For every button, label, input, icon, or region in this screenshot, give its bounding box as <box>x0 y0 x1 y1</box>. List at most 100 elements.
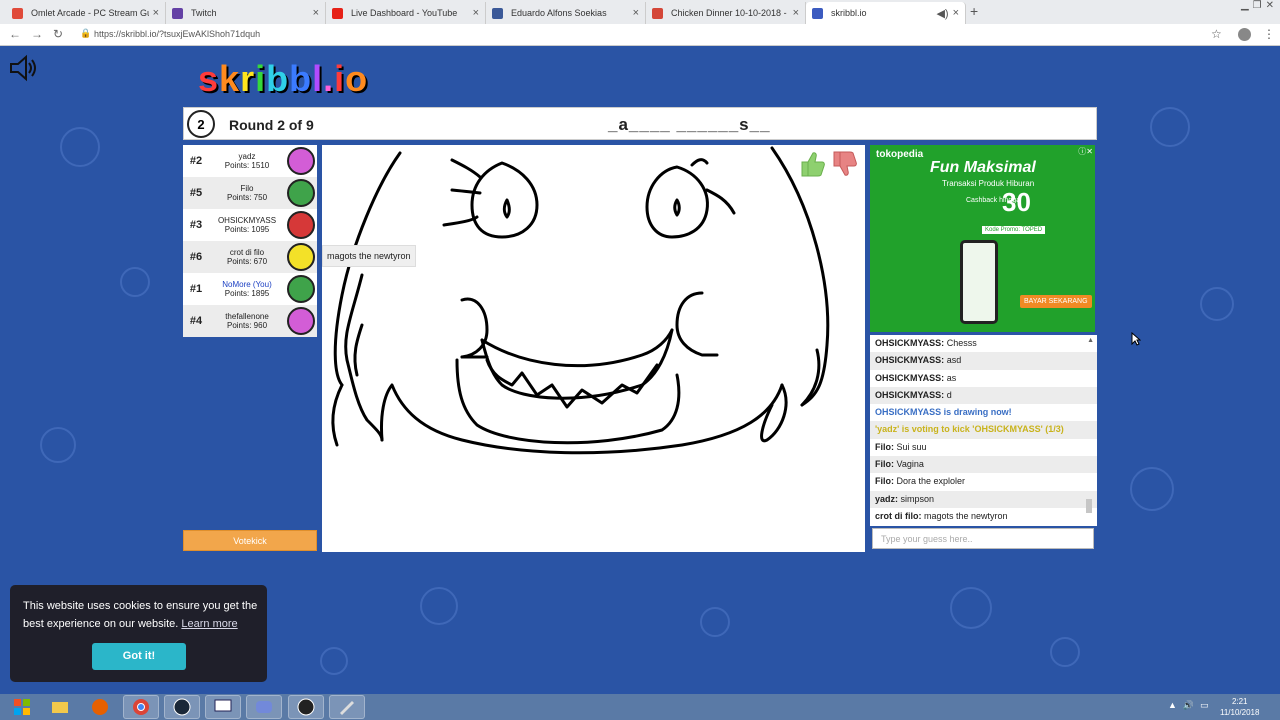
restore-icon[interactable]: ❐ <box>1253 0 1262 11</box>
rating-buttons <box>798 150 858 178</box>
browser-tab-bar: Omlet Arcade - PC Stream Guide × Twitch … <box>0 0 1280 24</box>
advertisement[interactable]: tokopedia ⓘ✕ Fun Maksimal Transaksi Prod… <box>870 145 1095 332</box>
chat-message: crot di filo: magots the newtyron <box>870 508 1097 525</box>
tab-facebook[interactable]: Eduardo Alfons Soekias × <box>486 2 646 24</box>
clock-date: 11/10/2018 <box>1220 708 1260 717</box>
player-name: yadz <box>238 152 256 161</box>
phone-illustration <box>960 240 998 324</box>
speaker-icon[interactable]: ◀) <box>936 7 948 20</box>
close-window-icon[interactable]: ✕ <box>1266 0 1274 11</box>
volume-icon[interactable]: 🔊 <box>1183 700 1194 711</box>
steam-icon[interactable] <box>164 695 200 719</box>
scroll-thumb[interactable] <box>1086 499 1092 513</box>
ad-promo-tag: Kode Promo: TOPED <box>982 226 1046 234</box>
chat-author: Filo: <box>875 459 894 470</box>
player-rank: #6 <box>189 251 203 263</box>
chat-message: OHSICKMYASS: asd <box>870 352 1097 370</box>
player-points: Points: 1895 <box>224 289 270 298</box>
player-info: yadz Points: 1510 <box>207 152 287 170</box>
player-rank: #5 <box>189 187 203 199</box>
player-list: #2 yadz Points: 1510 #5 Filo Points: 750 #3 OHS… <box>183 145 317 337</box>
profile-avatar[interactable] <box>1238 28 1251 41</box>
menu-icon[interactable]: ⋮ <box>1263 27 1275 41</box>
back-icon[interactable]: ← <box>9 27 21 41</box>
obs-icon[interactable] <box>288 695 324 719</box>
paint-icon[interactable] <box>329 695 365 719</box>
chat-scrollbar[interactable]: ▲ <box>1086 335 1094 526</box>
tab-youtube[interactable]: Live Dashboard - YouTube × <box>326 2 486 24</box>
tab-gmail[interactable]: Chicken Dinner 10-10-2018 - edi × <box>646 2 806 24</box>
new-tab-button[interactable]: + <box>970 3 978 19</box>
ad-cta-button[interactable]: BAYAR SEKARANG <box>1020 295 1092 308</box>
player-rank: #3 <box>189 219 203 231</box>
reload-icon[interactable]: ↻ <box>53 27 63 41</box>
facebook-icon <box>492 7 503 19</box>
thumbs-up-icon[interactable] <box>798 150 826 178</box>
sound-icon[interactable] <box>8 54 38 82</box>
close-icon[interactable]: × <box>953 7 959 19</box>
close-icon[interactable]: × <box>313 7 319 19</box>
mouse-cursor-icon <box>1131 332 1141 346</box>
player-name: NoMore (You) <box>222 280 272 289</box>
player-points: Points: 1510 <box>224 161 270 170</box>
file-explorer-icon[interactable] <box>42 695 78 719</box>
chat-text: magots the newtyron <box>924 510 1008 521</box>
chat-author: OHSICKMYASS: <box>875 389 945 400</box>
tab-skribbl[interactable]: skribbl.io ◀) × <box>806 2 966 24</box>
minimize-icon[interactable]: ▁ <box>1241 0 1249 11</box>
votekick-button[interactable]: Votekick <box>183 530 317 551</box>
remote-desktop-icon[interactable] <box>205 695 241 719</box>
close-icon[interactable]: × <box>633 7 639 19</box>
chat-author: OHSICKMYASS: <box>875 338 945 348</box>
gmail-icon <box>652 7 663 19</box>
player-avatar <box>287 243 315 271</box>
tab-label: Eduardo Alfons Soekias <box>511 8 607 18</box>
player-points: Points: 1095 <box>224 225 270 234</box>
drawing-canvas[interactable] <box>322 145 865 552</box>
scroll-up-icon[interactable]: ▲ <box>1087 337 1094 344</box>
player-row[interactable]: #1 NoMore (You) Points: 1895 <box>183 273 317 305</box>
thumbs-down-icon[interactable] <box>830 150 858 178</box>
skribbl-icon <box>812 7 823 19</box>
got-it-button[interactable]: Got it! <box>92 643 186 670</box>
player-row[interactable]: #4 thefallenone Points: 960 <box>183 305 317 337</box>
game-header: 2 Round 2 of 9 _a____ ______s__ <box>183 107 1097 140</box>
clock-time: 2:21 <box>1231 697 1248 706</box>
guess-input[interactable] <box>872 528 1094 549</box>
close-icon[interactable]: × <box>473 7 479 19</box>
chat-text: Sui suu <box>896 441 927 452</box>
network-icon[interactable]: ▭ <box>1200 700 1209 711</box>
ad-close-icon[interactable]: ⓘ✕ <box>1078 146 1093 157</box>
close-icon[interactable]: × <box>153 7 159 19</box>
tab-omlet[interactable]: Omlet Arcade - PC Stream Guide × <box>6 2 166 24</box>
player-name: crot di filo <box>229 248 265 257</box>
tab-twitch[interactable]: Twitch × <box>166 2 326 24</box>
bookmark-star-icon[interactable]: ☆ <box>1211 27 1222 41</box>
start-button[interactable] <box>4 695 40 719</box>
timer-clock: 2 <box>187 110 215 138</box>
tray-arrow-icon[interactable]: ▲ <box>1168 700 1177 711</box>
player-row[interactable]: #5 Filo Points: 750 <box>183 177 317 209</box>
window-controls: ▁ ❐ ✕ <box>1241 0 1274 11</box>
clock[interactable]: 2:21 11/10/2018 <box>1220 696 1259 718</box>
discord-icon[interactable] <box>246 695 282 719</box>
address-bar: ← → ↻ 🔒 https://skribbl.io/?tsuxjEwAKlSh… <box>0 24 1280 46</box>
close-icon[interactable]: × <box>793 7 799 19</box>
player-row[interactable]: #6 crot di filo Points: 670 <box>183 241 317 273</box>
player-row[interactable]: #2 yadz Points: 1510 <box>183 145 317 177</box>
word-hint: _a____ ______s__ <box>608 115 771 134</box>
chat-messages: OHSICKMYASS: Chesss OHSICKMYASS: asd OHSIC… <box>870 335 1097 525</box>
chat-message: 'yadz' is voting to kick 'OHSICKMYASS' (… <box>870 421 1097 439</box>
firefox-icon[interactable] <box>82 695 118 719</box>
lock-icon: 🔒 <box>80 28 92 38</box>
learn-more-link[interactable]: Learn more <box>181 618 237 630</box>
player-info: Filo Points: 750 <box>207 184 287 202</box>
tab-label: Twitch <box>191 8 217 18</box>
ad-amount: 30 <box>1002 187 1031 217</box>
chrome-icon[interactable] <box>123 695 159 719</box>
player-info: crot di filo Points: 670 <box>207 248 287 266</box>
chat-text: 'yadz' is voting to kick 'OHSICKMYASS' (… <box>875 424 1064 435</box>
forward-icon[interactable]: → <box>31 27 43 41</box>
url-field[interactable]: https://skribbl.io/?tsuxjEwAKlShoh71dquh <box>94 29 260 39</box>
player-row[interactable]: #3 OHSICKMYASS Points: 1095 <box>183 209 317 241</box>
